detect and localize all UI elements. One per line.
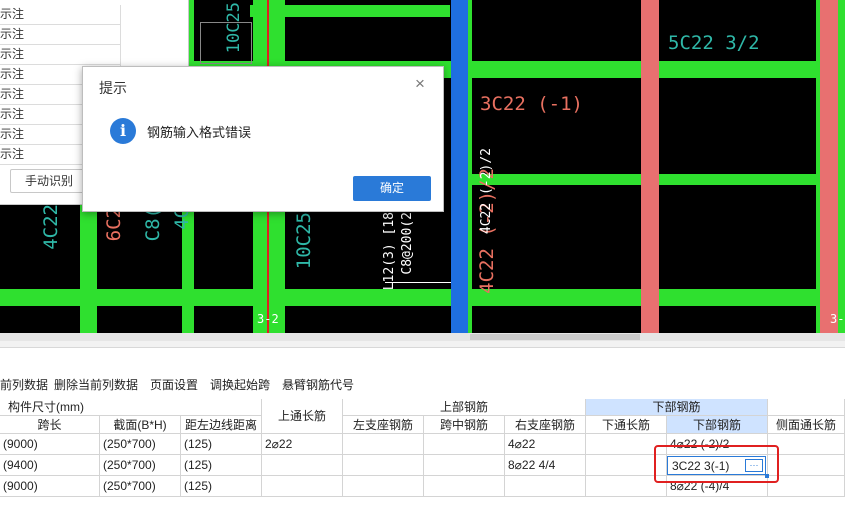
page-setup-button[interactable]: 页面设置 — [150, 377, 198, 393]
table-toolbar: 前列数据 删除当前列数据 页面设置 调换起始跨 悬臂钢筋代号 — [0, 377, 845, 397]
info-icon: i — [110, 118, 136, 144]
scrollbar-track[interactable] — [0, 341, 845, 348]
panel-divider — [0, 333, 845, 341]
cell-span[interactable]: (9000) — [0, 434, 100, 455]
header-bottom-bars: 下部钢筋 — [586, 399, 768, 416]
header-blank — [768, 399, 845, 416]
header-top-through: 上通长筋 — [262, 399, 343, 434]
cell-top-through[interactable] — [262, 476, 343, 497]
cad-label: 6C2 — [103, 207, 125, 242]
cad-canvas[interactable]: 10C25 5C22 3/2 3C22 (-1) 4C22 6C2 C8( 4C… — [0, 0, 845, 333]
cad-label: L12(3) [18 — [382, 212, 397, 291]
cell-section[interactable]: (250*700) — [100, 434, 181, 455]
cell-mid[interactable] — [424, 476, 505, 497]
col-header: 下通长筋 — [586, 416, 667, 434]
col-header: 左支座钢筋 — [343, 416, 424, 434]
scrollbar-thumb[interactable] — [470, 334, 640, 340]
cell-side[interactable] — [768, 455, 845, 476]
list-item[interactable]: 示注 — [0, 25, 121, 45]
cantilever-code-button[interactable]: 悬臂钢筋代号 — [282, 377, 354, 393]
cell-side[interactable] — [768, 476, 845, 497]
col-header: 截面(B*H) — [100, 416, 181, 434]
cad-label: 10C25 — [224, 2, 244, 54]
cad-label: 3C22 (-1) — [480, 93, 583, 115]
cell-mid[interactable] — [424, 434, 505, 455]
alert-dialog: 提示 × i 钢筋输入格式错误 确定 — [82, 66, 444, 212]
manual-identify-button[interactable]: 手动识别 — [10, 169, 88, 193]
cad-label: C8@200(2 — [400, 212, 415, 275]
highlight-box — [654, 445, 779, 483]
grid-axis-label: 3-2 — [257, 312, 279, 326]
cell-side[interactable] — [768, 434, 845, 455]
col-header: 侧面通长筋 — [768, 416, 845, 434]
selected-beam[interactable] — [451, 0, 468, 333]
cad-label: 4C22 — [40, 204, 62, 250]
close-icon[interactable]: × — [415, 74, 425, 94]
column-pink — [820, 0, 838, 333]
col-header: 跨长 — [0, 416, 100, 434]
delete-column-button[interactable]: 删除当前列数据 — [54, 377, 138, 393]
col-header: 跨中钢筋 — [424, 416, 505, 434]
beam-horizontal — [0, 289, 845, 306]
cell-left-support[interactable] — [343, 476, 424, 497]
col-header: 右支座钢筋 — [505, 416, 586, 434]
cell-mid[interactable] — [424, 455, 505, 476]
cell-span[interactable]: (9000) — [0, 476, 100, 497]
beam-vertical — [80, 200, 97, 333]
cad-label: 5C22 3/2 — [668, 32, 760, 54]
dialog-title: 提示 — [99, 80, 127, 96]
cell-span[interactable]: (9400) — [0, 455, 100, 476]
cell-section[interactable]: (250*700) — [100, 476, 181, 497]
cell-top-through[interactable] — [262, 455, 343, 476]
cell-right-support[interactable]: 8⌀22 4/4 — [505, 455, 586, 476]
grid-axis-label: 3-2 — [830, 312, 845, 326]
cell-left-support[interactable] — [343, 455, 424, 476]
col-header: 距左边线距离 — [181, 416, 262, 434]
list-item[interactable]: 示注 — [0, 45, 121, 65]
cell-right-support[interactable]: 4⌀22 — [505, 434, 586, 455]
ok-button[interactable]: 确定 — [353, 176, 431, 201]
col-header: 下部钢筋 — [667, 416, 768, 434]
cell-section[interactable]: (250*700) — [100, 455, 181, 476]
cell-right-support[interactable] — [505, 476, 586, 497]
list-item[interactable]: 示注 — [0, 5, 121, 25]
toolbar-item[interactable]: 前列数据 — [0, 377, 48, 393]
cell-dist[interactable]: (125) — [181, 476, 262, 497]
cell-left-support[interactable] — [343, 434, 424, 455]
header-size: 构件尺寸(mm) — [0, 399, 262, 416]
cad-label: C8( — [142, 207, 164, 242]
cell-dist[interactable]: (125) — [181, 434, 262, 455]
cell-top-through[interactable]: 2⌀22 — [262, 434, 343, 455]
cell-dist[interactable]: (125) — [181, 455, 262, 476]
header-top-bars: 上部钢筋 — [343, 399, 586, 416]
cad-label: 4C22 (-2)/2 — [479, 148, 494, 235]
dialog-message: 钢筋输入格式错误 — [147, 125, 252, 140]
cad-label: 10C25 — [293, 212, 315, 270]
column-pink — [641, 0, 659, 333]
swap-start-span-button[interactable]: 调换起始跨 — [210, 377, 270, 393]
